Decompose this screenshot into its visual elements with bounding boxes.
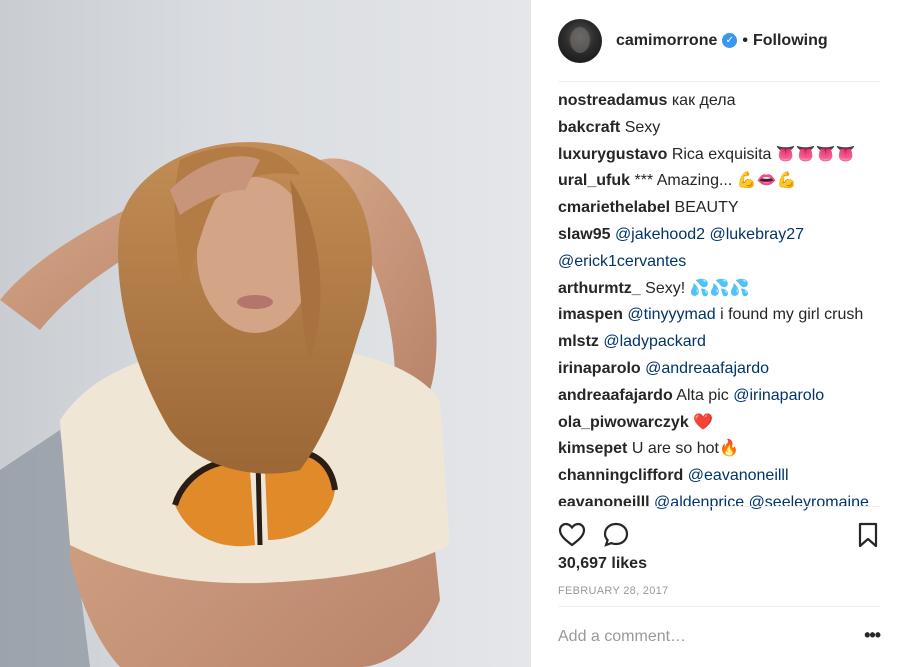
ellipsis-icon[interactable]: •••	[864, 625, 881, 646]
comment-username[interactable]: ola_piwowarczyk	[558, 414, 689, 431]
verified-badge-icon: ✓	[722, 33, 738, 48]
comment-item: ola_piwowarczyk ❤️	[558, 410, 888, 437]
comment-item-continued: @erick1cervantes	[558, 249, 888, 276]
comment-username[interactable]: cmariethelabel	[558, 199, 670, 216]
comment-mention[interactable]: @ladypackard	[603, 333, 706, 350]
action-bar	[558, 506, 880, 556]
comment-text: Alta pic	[676, 386, 729, 404]
comment-text: Sexy! 💦💦💦	[645, 279, 750, 297]
speech-bubble-icon[interactable]	[602, 521, 630, 549]
post-username[interactable]: camimorrone	[616, 32, 717, 50]
comment-text: *** Amazing... 💪👄💪	[634, 172, 797, 190]
comment-item: andreaafajardo Alta pic @irinaparolo	[558, 383, 888, 410]
following-button[interactable]: Following	[753, 32, 828, 50]
comment-username[interactable]: nostreadamus	[558, 92, 667, 109]
comment-item: kimsepet U are so hot🔥	[558, 436, 888, 463]
comment-item: imaspen @tinyyymad i found my girl crush	[558, 302, 888, 329]
comment-item: bakcraft Sexy	[558, 115, 888, 142]
comment-text: BEAUTY	[674, 199, 739, 217]
comment-item: ural_ufuk *** Amazing... 💪👄💪	[558, 168, 888, 195]
comment-item: irinaparolo @andreaafajardo	[558, 356, 888, 383]
comment-item: arthurmtz_ Sexy! 💦💦💦	[558, 276, 888, 303]
comment-username[interactable]: ural_ufuk	[558, 172, 630, 189]
comment-mention[interactable]: @eavanoneilll	[688, 467, 789, 484]
comment-username[interactable]: andreaafajardo	[558, 387, 673, 404]
separator-dot: •	[742, 31, 748, 49]
comment-item: channingclifford @eavanoneilll	[558, 463, 888, 490]
comment-username[interactable]: mlstz	[558, 333, 599, 350]
comment-username[interactable]: imaspen	[558, 306, 623, 323]
comment-username[interactable]: bakcraft	[558, 119, 620, 136]
comment-text: как дела	[671, 92, 736, 109]
comment-text: ❤️	[693, 413, 714, 431]
comment-text: i found my girl crush	[720, 306, 864, 324]
comment-username[interactable]: luxurygustavo	[558, 146, 667, 163]
comment-mention[interactable]: @jakehood2 @lukebray27	[615, 226, 804, 243]
comment-item: luxurygustavo Rica exquisita 👅👅👅👅	[558, 142, 888, 169]
comment-username[interactable]: slaw95	[558, 226, 610, 243]
post-date: FEBRUARY 28, 2017	[558, 585, 669, 597]
comment-text: Rica exquisita 👅👅👅👅	[671, 145, 856, 163]
comment-mention[interactable]: @irinaparolo	[733, 387, 824, 404]
post-sidebar: camimorrone ✓ • Following nostreadamus к…	[531, 0, 907, 667]
comment-mention[interactable]: @andreaafajardo	[645, 360, 769, 377]
comment-username[interactable]: kimsepet	[558, 440, 627, 457]
comment-username[interactable]: arthurmtz_	[558, 280, 641, 297]
comment-item: nostreadamus как дела	[558, 88, 888, 115]
comment-text: Sexy	[624, 118, 661, 136]
likes-count[interactable]: 30,697 likes	[558, 555, 647, 573]
add-comment-input[interactable]: Add a comment…	[558, 628, 686, 646]
comment-box[interactable]: Add a comment… •••	[558, 606, 881, 667]
heart-icon[interactable]	[558, 521, 586, 549]
comment-item: cmariethelabel BEAUTY	[558, 195, 888, 222]
comment-list: nostreadamus как дела bakcraft Sexy luxu…	[558, 88, 888, 517]
bookmark-icon[interactable]	[854, 521, 882, 549]
comment-mention[interactable]: @erick1cervantes	[558, 253, 686, 270]
comment-username[interactable]: irinaparolo	[558, 360, 641, 377]
comment-username[interactable]: channingclifford	[558, 467, 683, 484]
avatar[interactable]	[558, 18, 602, 63]
comment-item: slaw95 @jakehood2 @lukebray27	[558, 222, 888, 249]
comment-item: mlstz @ladypackard	[558, 329, 888, 356]
post-image	[0, 142, 450, 667]
post-photo[interactable]	[0, 0, 531, 667]
post-header: camimorrone ✓ • Following	[558, 0, 880, 82]
comment-text: U are so hot🔥	[631, 440, 739, 458]
comment-mention[interactable]: @tinyyymad	[627, 306, 715, 323]
